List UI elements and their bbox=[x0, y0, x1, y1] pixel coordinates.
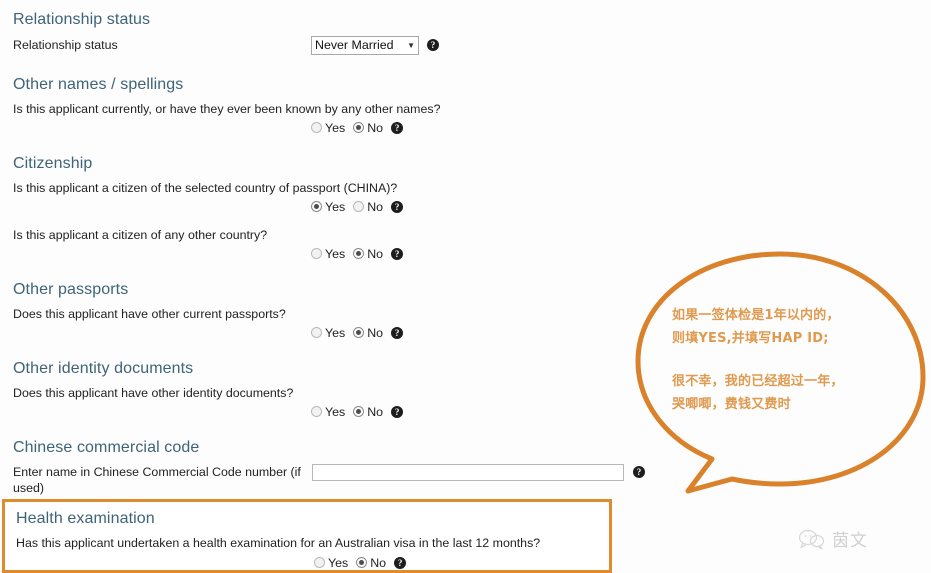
radio-citizenship-passport-no[interactable]: No bbox=[353, 200, 383, 214]
radio-health-examination-yes[interactable]: Yes bbox=[314, 556, 348, 570]
radio-other-passports-yes[interactable]: Yes bbox=[311, 326, 345, 340]
radio-label-no: No bbox=[367, 246, 384, 261]
radio-circle-yes[interactable] bbox=[314, 557, 325, 568]
radio-label-yes: Yes bbox=[325, 404, 346, 419]
radio-label-no: No bbox=[367, 325, 384, 340]
row-citizenship-other-country: Is this applicant a citizen of any other… bbox=[0, 226, 620, 244]
radio-circle-yes[interactable] bbox=[311, 327, 322, 338]
radio-other-passports-no[interactable]: No bbox=[353, 326, 383, 340]
radio-label-yes: Yes bbox=[325, 325, 346, 340]
radio-circle-yes[interactable] bbox=[311, 201, 322, 212]
help-icon-other-identity[interactable]: ? bbox=[391, 405, 404, 418]
speech-bubble-shape bbox=[635, 251, 926, 494]
radio-citizenship-other-yes[interactable]: Yes bbox=[311, 247, 345, 261]
radio-circle-no[interactable] bbox=[353, 201, 365, 212]
bubble-line-4: 哭唧唧，费钱又费时 bbox=[672, 397, 791, 412]
section-health-examination-highlighted: Health examination Has this applicant un… bbox=[2, 499, 612, 573]
bubble-line-3: 很不幸，我的已经超过一年， bbox=[672, 374, 844, 389]
heading-other-names: Other names / spellings bbox=[13, 76, 184, 93]
form-column: Relationship status Relationship status … bbox=[0, 0, 645, 496]
radio-label-no: No bbox=[367, 120, 384, 135]
watermark-text: 茵文 bbox=[832, 531, 868, 551]
radio-label-no: No bbox=[367, 404, 384, 419]
row-other-passports: Does this applicant have other current p… bbox=[0, 305, 620, 323]
radio-circle-yes[interactable] bbox=[311, 248, 322, 259]
heading-other-passports: Other passports bbox=[13, 281, 129, 298]
heading-chinese-commercial-code: Chinese commercial code bbox=[13, 439, 200, 456]
section-citizenship: Citizenship Is this applicant a citizen … bbox=[0, 136, 620, 262]
help-icon-health-examination[interactable]: ? bbox=[394, 556, 407, 569]
radio-group-other-identity-documents: Yes No ? bbox=[0, 403, 620, 420]
label-health-examination: Has this applicant undertaken a health e… bbox=[16, 536, 541, 550]
label-citizenship-passport-country: Is this applicant a citizen of the selec… bbox=[13, 181, 398, 195]
radio-circle-yes[interactable] bbox=[311, 406, 322, 417]
label-other-passports: Does this applicant have other current p… bbox=[13, 307, 286, 321]
label-other-identity-documents: Does this applicant have other identity … bbox=[13, 386, 294, 400]
bubble-line-2: 则填YES,并填写HAP ID; bbox=[672, 331, 829, 346]
bubble-line-1: 如果一签体检是1年以内的， bbox=[672, 308, 840, 323]
radio-circle-no[interactable] bbox=[353, 327, 365, 338]
chinese-commercial-code-input[interactable] bbox=[312, 464, 624, 481]
heading-citizenship: Citizenship bbox=[13, 155, 93, 172]
radio-label-no: No bbox=[367, 199, 384, 214]
radio-health-examination-no[interactable]: No bbox=[356, 556, 386, 570]
radio-citizenship-passport-yes[interactable]: Yes bbox=[311, 200, 345, 214]
help-icon-relationship-status[interactable]: ? bbox=[427, 39, 439, 51]
radio-circle-no[interactable] bbox=[353, 406, 365, 417]
section-relationship-status: Relationship status Relationship status … bbox=[0, 0, 620, 58]
heading-other-identity-documents: Other identity documents bbox=[13, 360, 194, 377]
help-icon-other-names[interactable]: ? bbox=[391, 121, 404, 134]
section-other-identity-documents: Other identity documents Does this appli… bbox=[0, 341, 620, 420]
section-other-passports: Other passports Does this applicant have… bbox=[0, 262, 620, 341]
label-chinese-commercial-code: Enter name in Chinese Commercial Code nu… bbox=[13, 465, 301, 495]
radio-group-health-examination: Yes No ? bbox=[5, 554, 609, 571]
annotation-speech-bubble: 如果一签体检是1年以内的， 则填YES,并填写HAP ID; 很不幸，我的已经超… bbox=[630, 248, 931, 528]
row-health-examination: Has this applicant undertaken a health e… bbox=[5, 534, 609, 552]
section-other-names: Other names / spellings Is this applican… bbox=[0, 58, 620, 136]
radio-circle-yes[interactable] bbox=[311, 122, 322, 133]
radio-circle-no[interactable] bbox=[353, 122, 365, 133]
radio-other-identity-yes[interactable]: Yes bbox=[311, 405, 345, 419]
label-relationship-status: Relationship status bbox=[13, 38, 118, 52]
radio-group-citizenship-other-country: Yes No ? bbox=[0, 245, 620, 262]
relationship-status-select[interactable]: Never Married ▼ bbox=[311, 36, 419, 55]
row-chinese-commercial-code: Enter name in Chinese Commercial Code nu… bbox=[0, 464, 645, 496]
radio-label-yes: Yes bbox=[325, 246, 346, 261]
wechat-chat-bubble-icon bbox=[798, 529, 825, 550]
relationship-status-select-value: Never Married bbox=[315, 38, 394, 52]
radio-label-yes: Yes bbox=[325, 199, 346, 214]
label-other-names: Is this applicant currently, or have the… bbox=[13, 102, 441, 116]
row-other-names: Is this applicant currently, or have the… bbox=[0, 100, 620, 118]
chevron-down-icon: ▼ bbox=[407, 41, 415, 50]
radio-group-citizenship-passport-country: Yes No ? bbox=[0, 198, 620, 215]
form-page: Relationship status Relationship status … bbox=[0, 0, 931, 573]
radio-label-yes: Yes bbox=[325, 120, 346, 135]
help-icon-other-passports[interactable]: ? bbox=[391, 326, 404, 339]
radio-group-other-passports: Yes No ? bbox=[0, 324, 620, 341]
radio-other-identity-no[interactable]: No bbox=[353, 405, 383, 419]
radio-circle-no[interactable] bbox=[353, 248, 365, 259]
help-icon-citizenship-other[interactable]: ? bbox=[391, 247, 404, 260]
bubble-spacer bbox=[672, 350, 887, 370]
row-relationship-status: Relationship status Never Married ▼ ? bbox=[0, 36, 620, 58]
speech-bubble-text: 如果一签体检是1年以内的， 则填YES,并填写HAP ID; 很不幸，我的已经超… bbox=[672, 304, 887, 416]
radio-citizenship-other-no[interactable]: No bbox=[353, 247, 383, 261]
radio-label-no: No bbox=[370, 555, 387, 570]
heading-relationship-status: Relationship status bbox=[13, 11, 151, 28]
radio-circle-no[interactable] bbox=[356, 557, 368, 568]
row-other-identity-documents: Does this applicant have other identity … bbox=[0, 384, 620, 402]
radio-group-other-names: Yes No ? bbox=[0, 119, 620, 136]
help-icon-chinese-commercial-code[interactable]: ? bbox=[633, 466, 645, 478]
label-citizenship-other-country: Is this applicant a citizen of any other… bbox=[13, 228, 268, 242]
radio-label-yes: Yes bbox=[328, 555, 349, 570]
help-icon-citizenship-passport[interactable]: ? bbox=[391, 200, 404, 213]
radio-other-names-no[interactable]: No bbox=[353, 121, 383, 135]
radio-other-names-yes[interactable]: Yes bbox=[311, 121, 345, 135]
watermark: 茵文 bbox=[798, 526, 868, 551]
heading-health-examination: Health examination bbox=[16, 510, 155, 527]
section-chinese-commercial-code: Chinese commercial code Enter name in Ch… bbox=[0, 420, 645, 496]
row-citizenship-passport-country: Is this applicant a citizen of the selec… bbox=[0, 179, 620, 197]
